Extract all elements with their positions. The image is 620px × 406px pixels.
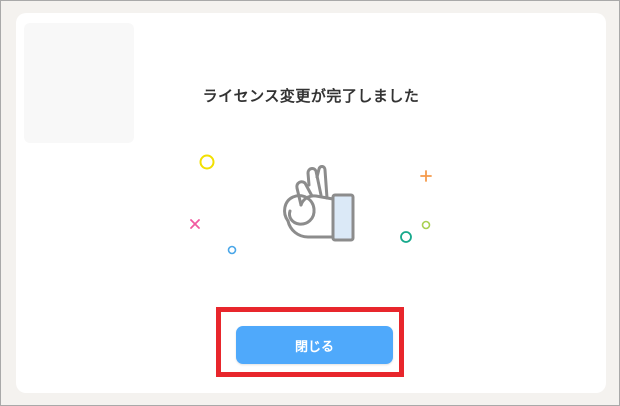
highlight-box: 閉じる	[216, 307, 404, 377]
confetti-yellow-circle	[199, 154, 215, 170]
close-button[interactable]: 閉じる	[236, 326, 393, 364]
window-frame: ライセンス変更が完了しました 閉じる	[0, 0, 620, 406]
confetti-pink-cross	[190, 219, 200, 229]
completion-dialog: ライセンス変更が完了しました 閉じる	[16, 13, 606, 393]
ok-hand-icon	[283, 165, 355, 242]
confetti-green-circle	[400, 231, 412, 243]
confetti-lime-circle	[421, 220, 431, 230]
confetti-orange-plus	[420, 170, 432, 182]
confetti-blue-circle	[227, 245, 237, 255]
